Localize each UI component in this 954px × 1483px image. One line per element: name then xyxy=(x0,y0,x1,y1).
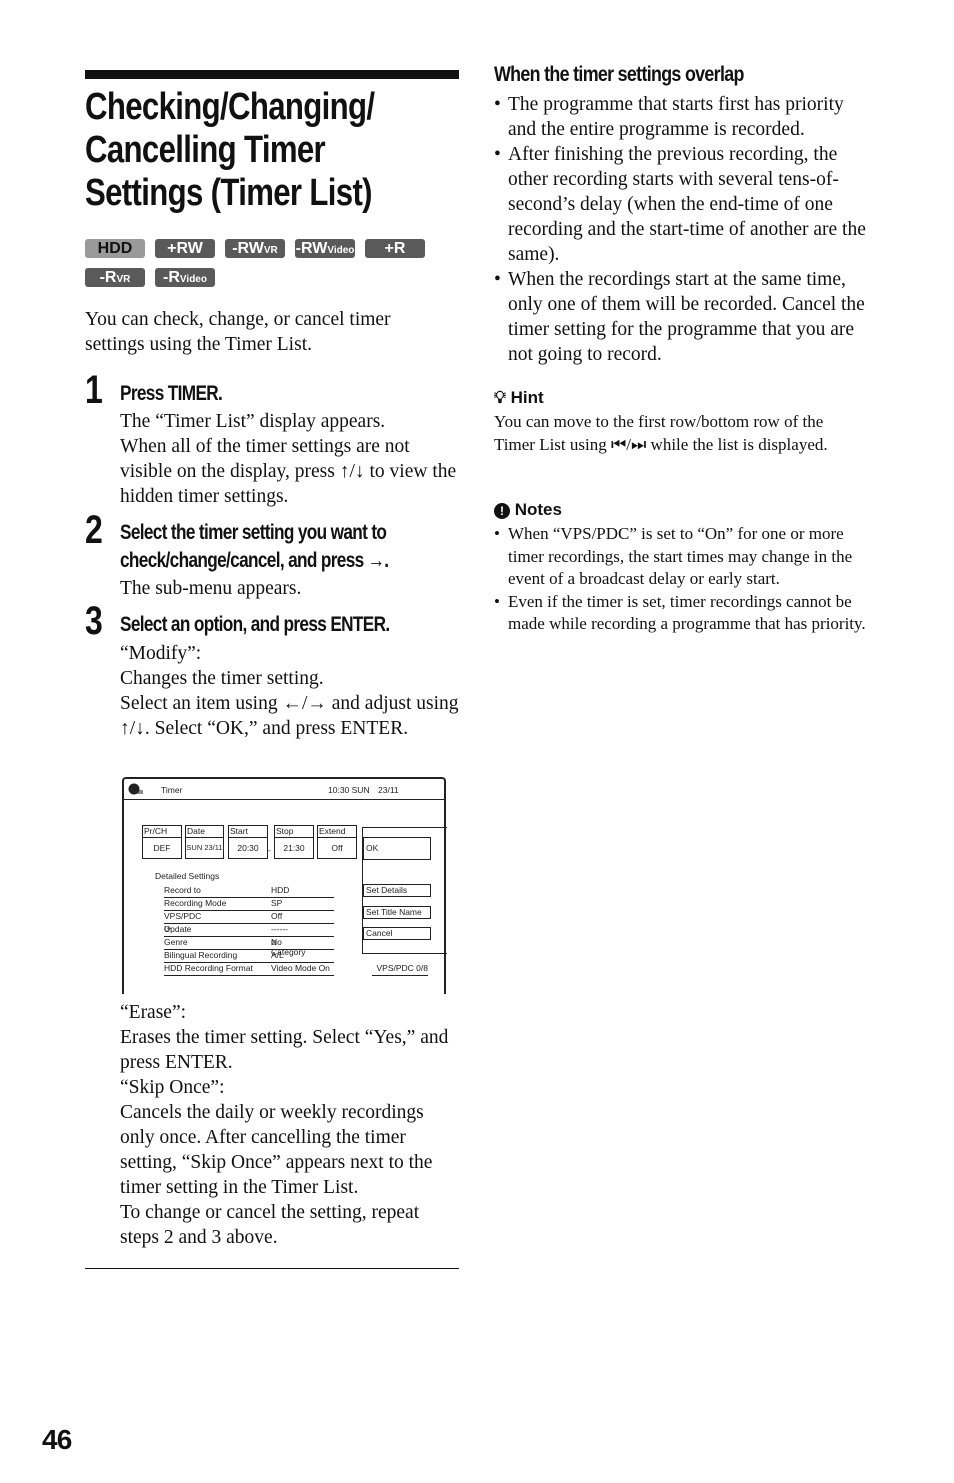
screen-date: 23/11 xyxy=(378,785,399,795)
step-text: Select an item using ←/→ and adjust usin… xyxy=(120,693,459,739)
overlap-heading: When the timer settings overlap xyxy=(494,63,744,86)
intro-text: You can check, change, or cancel timer s… xyxy=(85,309,391,355)
settings-row: HDD Recording Format Video Mode On xyxy=(164,963,334,976)
section-end-rule xyxy=(85,1268,459,1269)
title-line: Cancelling Timer xyxy=(85,129,326,171)
option-text: “Skip Once”: xyxy=(120,1077,225,1098)
badge-minus-rw-vr: -RWVR xyxy=(225,239,285,258)
field-date: Date SUN 23/11 xyxy=(185,825,224,859)
option-text: Erases the timer setting. Select “Yes,” … xyxy=(120,1027,449,1073)
badge-minus-r-vr: -RVR xyxy=(85,268,145,287)
option-text: To change or cancel the setting, repeat … xyxy=(120,1202,420,1248)
settings-row: Record to HDD xyxy=(164,885,334,898)
option-text: Cancels the daily or weekly recordings o… xyxy=(120,1102,433,1198)
overlap-list: The programme that starts first has prio… xyxy=(494,92,868,367)
step-number: 1 xyxy=(85,368,103,412)
field-extend: Extend Off xyxy=(317,825,357,859)
step-heading: Select an option, and press ENTER. xyxy=(120,613,390,636)
step-heading: Select the timer setting you want to che… xyxy=(120,521,389,572)
screen-title: Timer xyxy=(161,785,183,795)
step-text: When all of the timer settings are not v… xyxy=(120,436,457,507)
notes-list: When “VPS/PDC” is set to “On” for one or… xyxy=(494,523,868,636)
badge-minus-r-video: -RVideo xyxy=(155,268,215,287)
timer-clock-icon xyxy=(128,783,143,795)
hint-heading: 💡︎ Hint xyxy=(494,388,544,407)
field-start: Start 20:30 xyxy=(228,825,268,859)
step-number: 2 xyxy=(85,508,103,552)
detailed-settings-label: Detailed Settings xyxy=(155,871,220,881)
field-prch: Pr/CH DEF xyxy=(142,825,182,859)
notes-heading: ! Notes xyxy=(494,500,562,520)
step-body: The sub-menu appears. xyxy=(120,578,302,599)
manual-page: Checking/Changing/ Cancelling Timer Sett… xyxy=(0,0,954,1483)
timer-screen-illustration: Timer 10:30 SUN 23/11 Pr/CH DEF Date SUN 2… xyxy=(122,777,447,994)
settings-row: ⟳ Update ------ xyxy=(164,924,334,937)
option-text: “Erase”: xyxy=(120,1002,187,1023)
menu-ok: OK xyxy=(363,837,431,860)
step-body: “Modify”: Changes the timer setting. Sel… xyxy=(120,641,460,741)
vps-pdc-counter: VPS/PDC 0/8 xyxy=(372,963,428,976)
badge-minus-rw-video: -RWVideo xyxy=(295,239,355,258)
step-heading: Press TIMER. xyxy=(120,382,223,405)
lightbulb-icon: 💡︎ xyxy=(494,388,506,407)
step-text: Changes the timer setting. xyxy=(120,668,324,689)
list-item: After finishing the previous recording, … xyxy=(494,142,868,267)
screen-clock: 10:30 SUN xyxy=(328,785,370,795)
settings-row: Bilingual Recording A/L xyxy=(164,950,334,963)
list-item: When the recordings start at the same ti… xyxy=(494,267,868,367)
badge-hdd: HDD xyxy=(85,239,145,258)
title-rule xyxy=(85,70,459,79)
menu-cancel: Cancel xyxy=(363,927,431,940)
settings-row: VPS/PDC Off xyxy=(164,911,334,924)
hint-text: You can move to the first row/bottom row… xyxy=(494,412,828,454)
list-item: The programme that starts first has prio… xyxy=(494,92,868,142)
settings-row: Genre ⧄ No Category xyxy=(164,937,334,957)
step-body: The “Timer List” display appears. When a… xyxy=(120,409,460,509)
page-number: 46 xyxy=(42,1424,72,1455)
badge-plus-rw: +RW xyxy=(155,239,215,258)
settings-row: Recording Mode SP xyxy=(164,898,334,911)
list-item: Even if the timer is set, timer recordin… xyxy=(494,591,868,636)
title-line: Settings (Timer List) xyxy=(85,172,373,214)
badge-plus-r: +R xyxy=(365,239,425,258)
notes-icon: ! xyxy=(494,503,510,519)
step-number: 3 xyxy=(85,599,103,643)
list-item: When “VPS/PDC” is set to “On” for one or… xyxy=(494,523,868,591)
menu-set-title-name: Set Title Name xyxy=(363,906,431,919)
screen-header-line xyxy=(124,799,444,800)
step-text: The “Timer List” display appears. xyxy=(120,411,386,432)
time-dash: - xyxy=(268,845,271,855)
field-stop: Stop 21:30 xyxy=(274,825,314,859)
menu-set-details: Set Details xyxy=(363,884,431,897)
title-line: Checking/Changing/ xyxy=(85,86,375,128)
step-text: “Modify”: xyxy=(120,643,202,664)
option-descriptions: “Erase”: Erases the timer setting. Selec… xyxy=(120,1000,460,1250)
page-title: Checking/Changing/ Cancelling Timer Sett… xyxy=(85,86,470,215)
